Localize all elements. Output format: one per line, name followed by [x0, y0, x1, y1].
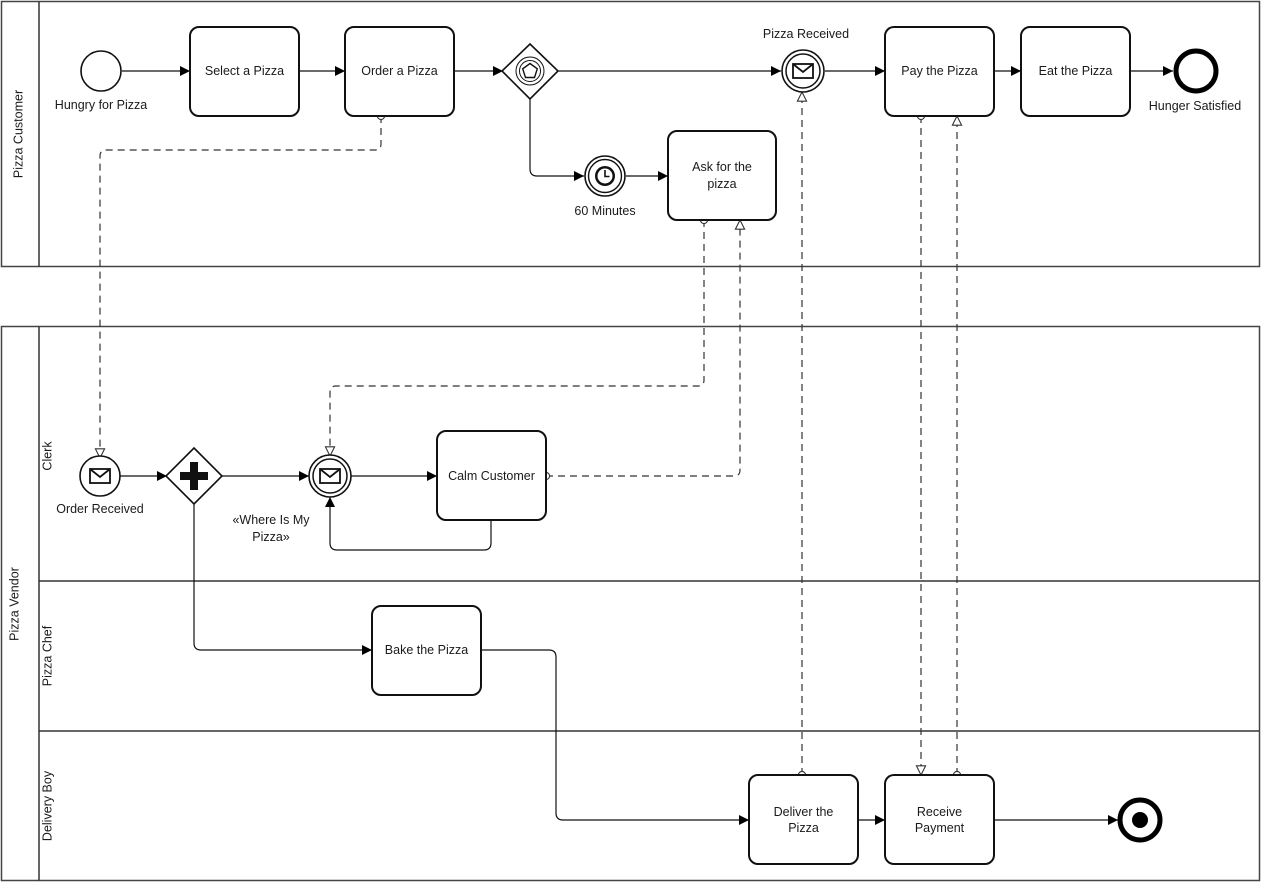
bpmn-diagram: Pizza Customer Pizza Vendor Clerk Pizza …	[0, 0, 1261, 882]
envelope-icon	[319, 468, 341, 484]
task-bake-the-pizza[interactable]: Bake the Pizza	[371, 605, 482, 696]
msg-order-to-order-received[interactable]	[100, 116, 381, 458]
task-label-line1: Receive	[917, 805, 962, 819]
timer-event-60-minutes[interactable]: 60 Minutes	[574, 155, 636, 218]
clock-icon	[595, 166, 615, 186]
envelope-icon	[89, 468, 111, 484]
pool-pizza-vendor[interactable]: Pizza Vendor	[0, 325, 1261, 882]
task-deliver-the-pizza[interactable]: Deliver the Pizza	[748, 774, 859, 865]
message-event-pizza-received[interactable]: Pizza Received	[763, 27, 849, 93]
parallel-gateway[interactable]	[164, 446, 224, 506]
lane-clerk[interactable]: Clerk	[40, 441, 54, 471]
envelope-icon	[792, 63, 814, 79]
event-label: 60 Minutes	[574, 204, 635, 218]
msg-ask-to-where[interactable]	[330, 220, 704, 456]
flow-gateway-to-timer[interactable]	[529, 99, 584, 181]
end-terminate-event[interactable]	[1117, 797, 1163, 843]
flow-bake-to-deliver[interactable]	[481, 649, 749, 825]
task-label-line1: Deliver the	[774, 805, 834, 819]
terminate-dot-icon	[1132, 812, 1148, 828]
msg-calm-to-ask[interactable]	[546, 220, 740, 476]
pool-label-pizza-vendor: Pizza Vendor	[7, 567, 21, 641]
lane-label-clerk: Clerk	[40, 441, 54, 471]
event-label: Order Received	[56, 502, 144, 516]
event-label: Pizza Received	[763, 27, 849, 41]
lane-label-delivery-boy: Delivery Boy	[40, 770, 54, 841]
task-label: Bake the Pizza	[385, 643, 468, 657]
lane-label-pizza-chef: Pizza Chef	[40, 625, 54, 686]
event-label: Hungry for Pizza	[55, 98, 147, 112]
task-ask-for-the-pizza[interactable]: Ask for the pizza	[667, 130, 777, 221]
task-receive-payment[interactable]: Receive Payment	[884, 774, 995, 865]
task-label: Calm Customer	[448, 469, 535, 483]
task-label-line1: Ask for the	[692, 160, 752, 174]
lane-pizza-chef[interactable]: Pizza Chef	[40, 625, 54, 686]
task-calm-customer[interactable]: Calm Customer	[436, 430, 547, 521]
task-pay-the-pizza[interactable]: Pay the Pizza	[884, 26, 995, 117]
task-label-line2: Payment	[915, 821, 965, 835]
pool-label-pizza-customer: Pizza Customer	[11, 90, 25, 178]
event-based-gateway[interactable]	[500, 42, 560, 101]
message-event-where-is-my-pizza[interactable]: «Where Is My Pizza»	[232, 454, 352, 544]
event-label-line1: «Where Is My	[232, 513, 310, 527]
task-label: Pay the Pizza	[901, 64, 977, 78]
event-label-line2: Pizza»	[252, 530, 290, 544]
task-label: Eat the Pizza	[1039, 64, 1113, 78]
task-label: Order a Pizza	[361, 64, 437, 78]
task-label-line2: pizza	[707, 177, 736, 191]
task-select-a-pizza[interactable]: Select a Pizza	[189, 26, 300, 117]
start-event-hungry-for-pizza[interactable]: Hungry for Pizza	[55, 50, 147, 112]
task-label-line2: Pizza	[788, 821, 819, 835]
start-message-event-order-received[interactable]: Order Received	[56, 455, 144, 516]
end-event-hunger-satisfied[interactable]: Hunger Satisfied	[1149, 48, 1241, 113]
task-label: Select a Pizza	[205, 64, 284, 78]
lane-delivery-boy[interactable]: Delivery Boy	[40, 770, 54, 841]
event-label: Hunger Satisfied	[1149, 99, 1241, 113]
task-eat-the-pizza[interactable]: Eat the Pizza	[1020, 26, 1131, 117]
sequence-flows	[120, 66, 1173, 825]
task-order-a-pizza[interactable]: Order a Pizza	[344, 26, 455, 117]
